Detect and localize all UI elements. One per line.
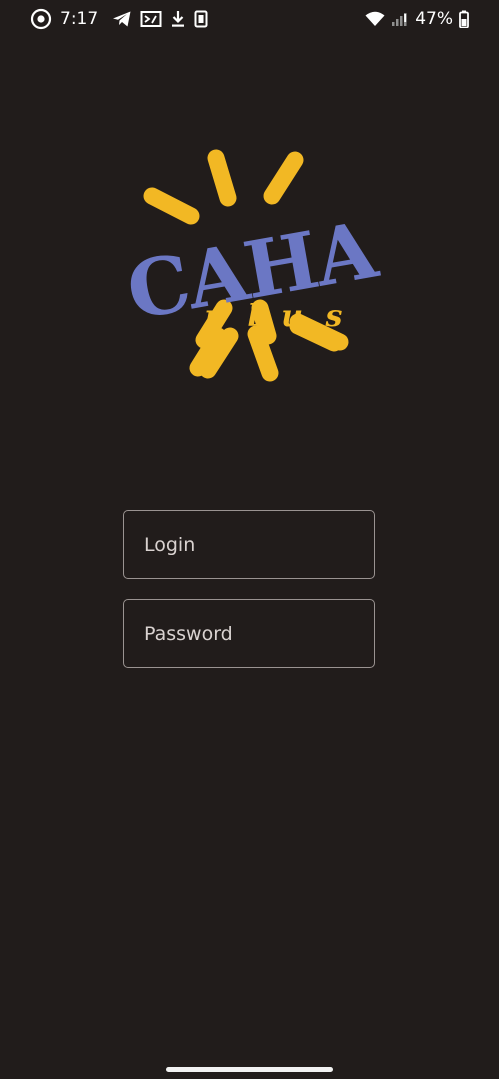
download-icon [170,10,186,28]
login-input[interactable] [124,511,374,578]
telegram-icon [112,10,132,28]
gesture-nav-handle[interactable] [166,1067,333,1072]
status-bar-left: 7:17 [30,7,208,31]
password-input[interactable] [124,600,374,667]
cell-signal-icon [391,11,409,27]
login-screen: 7:17 47% CAHA p l u s Login [0,0,499,1079]
screen-cast-icon [140,10,162,28]
login-field[interactable] [123,510,375,579]
record-icon [30,8,52,30]
password-field[interactable] [123,599,375,668]
logo-sub-text: p l u s [204,299,348,334]
app-logo: CAHA p l u s [120,148,385,388]
battery-icon [459,10,469,28]
sim-icon [194,10,208,28]
wifi-icon [365,11,385,27]
battery-percent: 47% [415,9,453,29]
status-bar: 7:17 47% [0,0,499,38]
status-bar-right: 47% [365,7,469,31]
status-time: 7:17 [60,9,99,29]
